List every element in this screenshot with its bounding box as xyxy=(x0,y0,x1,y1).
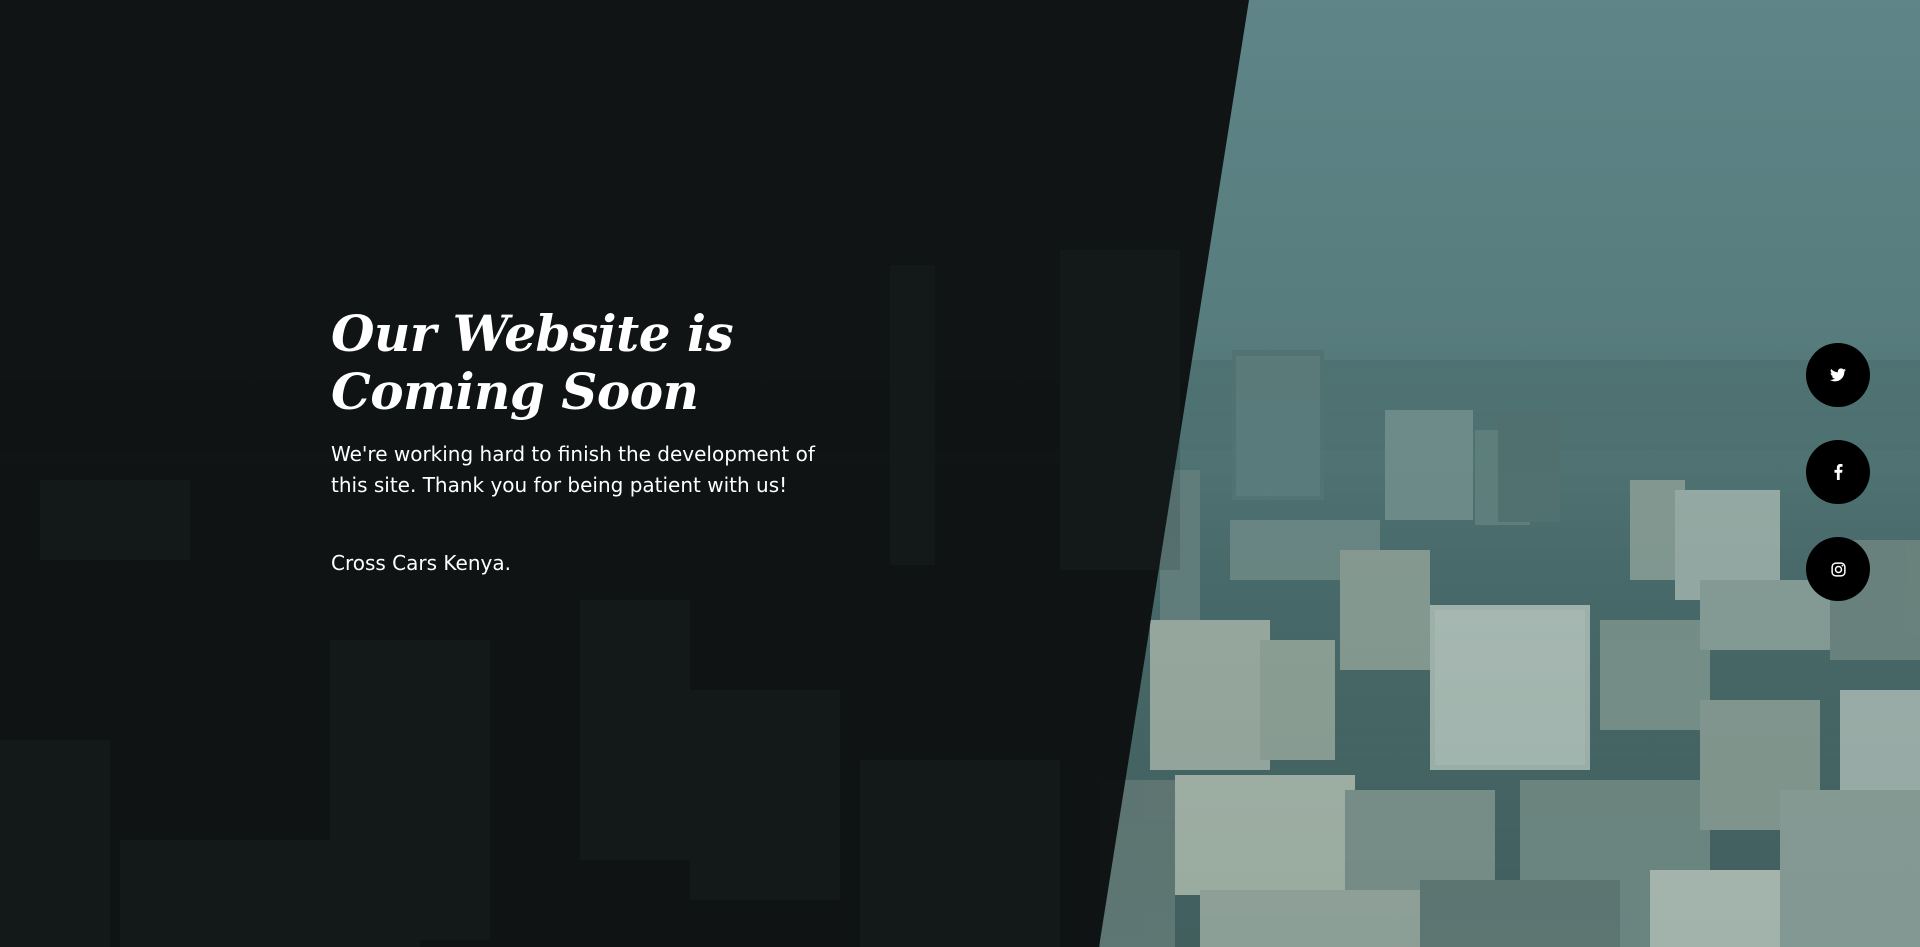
title-line-2: Coming Soon xyxy=(331,362,699,421)
coming-soon-page: Our Website is Coming Soon We're working… xyxy=(0,0,1920,947)
instagram-icon xyxy=(1830,561,1846,577)
facebook-button[interactable] xyxy=(1806,440,1870,504)
twitter-button[interactable] xyxy=(1806,343,1870,407)
instagram-button[interactable] xyxy=(1806,537,1870,601)
twitter-icon xyxy=(1830,368,1846,382)
hero-description: We're working hard to finish the develop… xyxy=(331,442,815,497)
facebook-icon xyxy=(1834,464,1842,480)
hero-section: Our Website is Coming Soon We're working… xyxy=(331,305,851,577)
dark-overlay-panel xyxy=(0,0,1249,947)
title-line-1: Our Website is xyxy=(331,304,734,363)
company-name: Cross Cars Kenya. xyxy=(331,551,511,575)
social-links xyxy=(1806,343,1870,634)
page-title: Our Website is Coming Soon xyxy=(331,305,851,421)
